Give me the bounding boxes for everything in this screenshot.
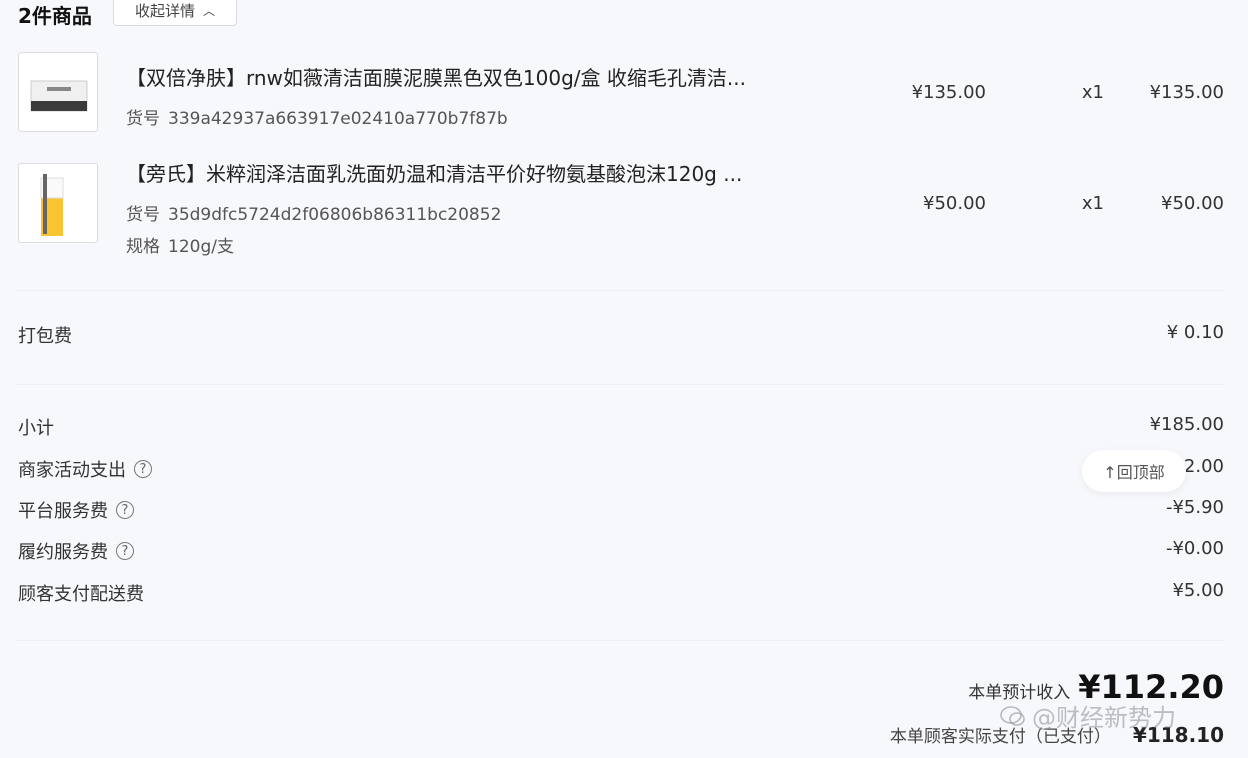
chevron-up-icon: ︿	[203, 3, 216, 18]
spec-value: 120g/支	[168, 237, 234, 257]
unit-price: ¥50.00	[923, 193, 986, 214]
spec-label: 规格	[126, 237, 160, 257]
fulfillment-fee-value: -¥0.00	[1165, 538, 1224, 559]
question-icon[interactable]: ?	[116, 501, 134, 519]
product-name[interactable]: 【双倍净肤】rnw如薇清洁面膜泥膜黑色双色100g/盒 收缩毛孔清洁...	[126, 62, 746, 91]
cleanser-tube-icon	[40, 174, 64, 236]
divider	[16, 384, 1224, 385]
collapse-details-button[interactable]: 收起详情 ︿	[113, 0, 237, 26]
product-name[interactable]: 【旁氏】米粹润泽洁面乳洗面奶温和清洁平价好物氨基酸泡沫120g ...	[126, 158, 742, 187]
line-total: ¥135.00	[1149, 82, 1224, 103]
platform-fee-label: 平台服务费 ?	[18, 497, 134, 523]
facial-mask-box-icon	[30, 80, 88, 112]
back-to-top-button[interactable]: ↑回顶部	[1082, 450, 1186, 492]
wechat-icon	[1000, 705, 1025, 726]
watermark: @财经新势力	[1000, 698, 1176, 733]
sku-label: 货号	[126, 109, 160, 129]
subtotal-value: ¥185.00	[1149, 414, 1224, 435]
fulfillment-fee-label-text: 履约服务费	[18, 542, 108, 563]
divider	[16, 290, 1224, 291]
product-sku: 货号 339a42937a663917e02410a770b7f87b	[126, 104, 508, 129]
packing-fee-label: 打包费	[18, 326, 72, 347]
sku-value: 339a42937a663917e02410a770b7f87b	[168, 109, 508, 129]
platform-fee-label-text: 平台服务费	[18, 501, 108, 522]
quantity: x1	[1081, 193, 1104, 214]
product-thumbnail[interactable]	[18, 163, 98, 243]
delivery-fee-label-text: 顾客支付配送费	[18, 584, 144, 605]
platform-fee-value: -¥5.90	[1165, 497, 1224, 518]
line-total: ¥50.00	[1161, 193, 1224, 214]
product-sku: 货号 35d9dfc5724d2f06806b86311bc20852	[126, 200, 501, 225]
merchant-promo-label-text: 商家活动支出	[18, 460, 126, 481]
merchant-promo-label: 商家活动支出 ?	[18, 456, 152, 482]
unit-price: ¥135.00	[911, 82, 986, 103]
quantity: x1	[1081, 82, 1104, 103]
product-spec: 规格 120g/支	[126, 232, 234, 257]
collapse-details-label: 收起详情	[134, 1, 195, 20]
subtotal-label-text: 小计	[18, 418, 54, 439]
product-thumbnail[interactable]	[18, 52, 98, 132]
question-icon[interactable]: ?	[116, 542, 134, 560]
packing-fee-value: ¥ 0.10	[1166, 322, 1224, 343]
watermark-text: @财经新势力	[1032, 704, 1176, 732]
sku-label: 货号	[126, 205, 160, 225]
subtotal-label: 小计	[18, 414, 54, 440]
merchant-promo-value: 2.00	[1183, 456, 1224, 477]
delivery-fee-label: 顾客支付配送费	[18, 580, 144, 606]
fulfillment-fee-label: 履约服务费 ?	[18, 538, 134, 564]
sku-value: 35d9dfc5724d2f06806b86311bc20852	[168, 205, 502, 225]
question-icon[interactable]: ?	[134, 460, 152, 478]
delivery-fee-value: ¥5.00	[1172, 580, 1224, 601]
order-items-title: 2件商品	[18, 4, 92, 28]
divider	[16, 640, 1224, 641]
